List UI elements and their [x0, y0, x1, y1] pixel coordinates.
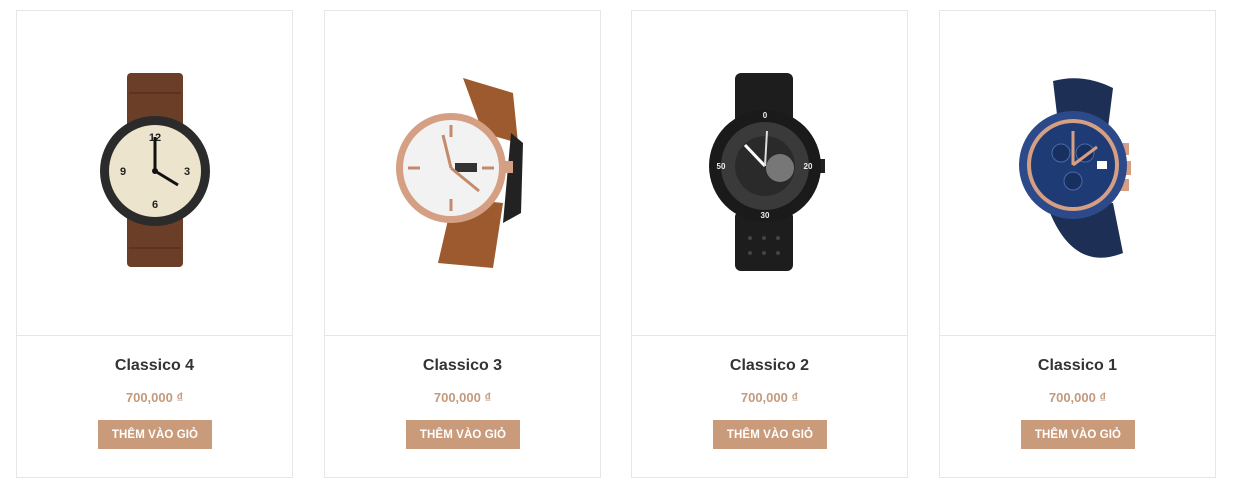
svg-text:6: 6 [151, 199, 157, 211]
svg-text:9: 9 [119, 166, 125, 178]
product-title[interactable]: Classico 4 [17, 357, 292, 375]
product-price: 700,000 ₫ [433, 390, 492, 405]
product-title[interactable]: Classico 2 [632, 357, 907, 375]
product-card: Classico 1 700,000 ₫ THÊM VÀO GIỎ [939, 10, 1216, 478]
svg-text:50: 50 [716, 162, 725, 171]
product-image-rose-gold-watch [395, 78, 523, 268]
product-title[interactable]: Classico 3 [325, 357, 600, 375]
product-price: 700,000 ₫ [740, 390, 799, 405]
product-card: 0 20 30 50 Classico 2 700,000 ₫ THÊM VÀO… [631, 10, 908, 478]
add-to-cart-button[interactable]: THÊM VÀO GIỎ [406, 420, 520, 449]
add-to-cart-button[interactable]: THÊM VÀO GIỎ [713, 420, 827, 449]
svg-text:3: 3 [183, 166, 189, 178]
add-to-cart-button[interactable]: THÊM VÀO GIỎ [98, 420, 212, 449]
product-image-blue-chronograph-watch [1018, 78, 1131, 258]
product-image-brown-leather-watch: 12 3 6 9 [99, 73, 210, 267]
product-image-link[interactable]: 0 20 30 50 [632, 11, 907, 336]
product-title[interactable]: Classico 1 [940, 357, 1215, 375]
product-image-link[interactable] [940, 11, 1215, 336]
svg-text:20: 20 [803, 162, 812, 171]
product-card: 12 3 6 9 Classico 4 700,000 ₫ THÊM VÀO G… [16, 10, 293, 478]
product-price: 700,000 ₫ [1048, 390, 1107, 405]
product-card: Classico 3 700,000 ₫ THÊM VÀO GIỎ [324, 10, 601, 478]
svg-text:30: 30 [760, 211, 769, 220]
product-image-link[interactable]: 12 3 6 9 [17, 11, 292, 336]
product-price: 700,000 ₫ [125, 390, 184, 405]
product-image-black-sport-watch: 0 20 30 50 [708, 73, 825, 271]
product-grid: 12 3 6 9 Classico 4 700,000 ₫ THÊM VÀO G… [0, 0, 1236, 486]
add-to-cart-button[interactable]: THÊM VÀO GIỎ [1021, 420, 1135, 449]
svg-text:0: 0 [762, 111, 767, 120]
product-image-link[interactable] [325, 11, 600, 336]
